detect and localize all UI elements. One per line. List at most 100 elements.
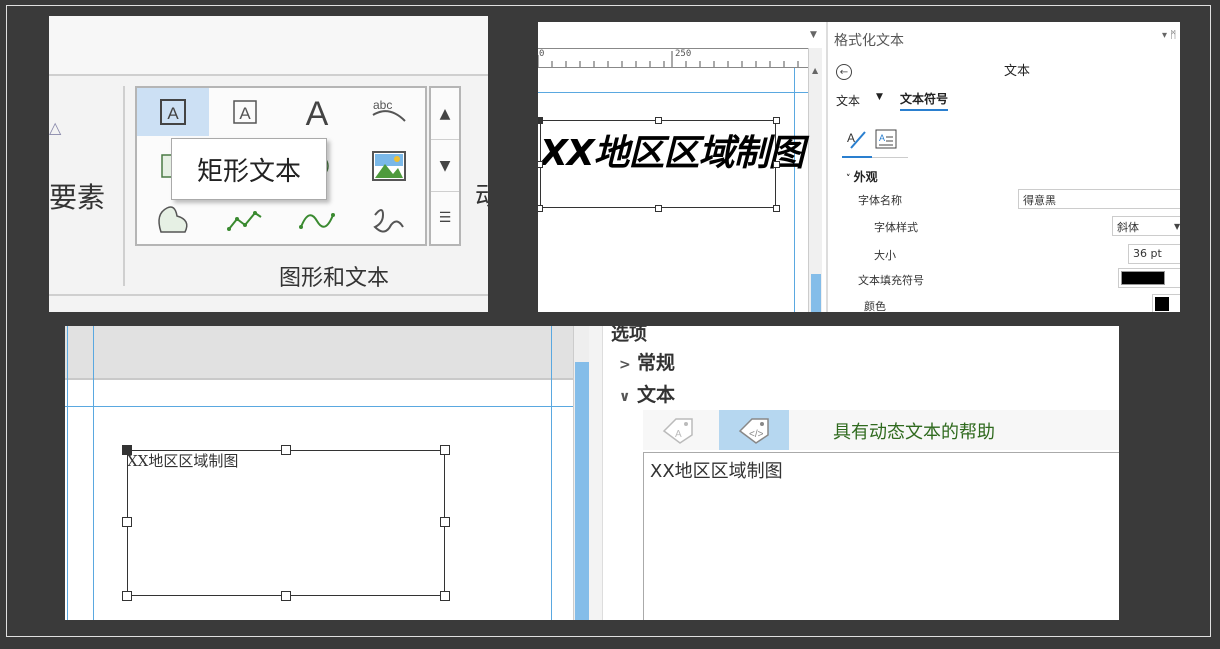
format-text-panel: 0 250 ▼ ▲ XX地区区域制图 格式化文本 ▾ ᛗ ← 文本 文本 ▼ 文…	[538, 22, 1180, 312]
general-label: 常规	[637, 352, 676, 374]
selection-handle[interactable]	[122, 517, 132, 527]
selection-handle[interactable]	[440, 517, 450, 527]
gallery-expand-button[interactable]: ☰	[431, 192, 459, 244]
picture-button[interactable]	[353, 142, 425, 190]
dynamic-text-help-button[interactable]: </>	[719, 410, 789, 450]
selection-handle[interactable]	[773, 161, 780, 168]
chevron-down-icon[interactable]: ▼	[876, 92, 883, 102]
features-group-label: 要素	[49, 181, 106, 214]
selection-handle[interactable]	[538, 205, 543, 212]
text-section-toggle[interactable]: ∨ 文本	[619, 380, 675, 407]
selection-handle[interactable]	[281, 591, 291, 601]
picture-icon	[372, 151, 406, 181]
options-pane: 选项 > 常规 ∨ 文本 A </> 具有动态文本的帮助 XX地区区域制图	[603, 326, 1119, 620]
ruler-dropdown-icon[interactable]: ▼	[810, 30, 817, 40]
font-style-label: 字体样式	[874, 221, 918, 234]
ribbon-tab-strip	[49, 16, 488, 76]
fill-swatch	[1121, 271, 1165, 285]
map-title-text[interactable]: XX地区区域制图	[540, 124, 805, 176]
back-arrow-icon[interactable]: ←	[836, 64, 852, 80]
svg-text:</>: </>	[749, 429, 764, 440]
text-button[interactable]: A	[281, 88, 353, 136]
text-label: 文本	[637, 384, 676, 406]
tab-text[interactable]: 文本	[836, 92, 860, 109]
layout-guide	[93, 326, 94, 620]
line-icon	[227, 211, 262, 231]
curved-text-button[interactable]: abc	[353, 88, 425, 136]
size-field[interactable]: 36 pt	[1128, 244, 1180, 264]
layout-guide	[67, 326, 68, 620]
chevron-down-icon: ˅	[846, 174, 854, 184]
symbol-properties-tab[interactable]: A	[844, 128, 868, 150]
scroll-thumb[interactable]	[575, 362, 589, 620]
freehand-button[interactable]	[353, 196, 425, 244]
size-label: 大小	[874, 249, 896, 262]
svg-text:A: A	[879, 133, 885, 143]
svg-text:A: A	[675, 429, 682, 440]
font-style-field[interactable]: 斜体	[1112, 216, 1180, 236]
font-name-label: 字体名称	[858, 194, 902, 207]
active-tab-indicator	[842, 156, 872, 158]
text-frame-icon: A	[875, 129, 897, 149]
chevron-down-icon: ∨	[619, 389, 631, 405]
rectangle-text-icon: A	[160, 99, 186, 125]
ribbon-bottom-border	[49, 294, 488, 296]
layout-vertical-scrollbar[interactable]: ▲	[808, 48, 822, 312]
scroll-thumb[interactable]	[811, 274, 821, 312]
pane-divider[interactable]	[589, 326, 603, 620]
appearance-section[interactable]: ˅ 外观	[846, 168, 878, 185]
polygon-icon	[158, 206, 188, 233]
straight-text-icon: A	[233, 100, 257, 124]
svg-text:A: A	[239, 104, 251, 123]
selection-handle[interactable]	[538, 161, 543, 168]
color-swatch	[1155, 297, 1169, 311]
scroll-up-icon[interactable]: ▲	[812, 66, 818, 75]
tooltip: 矩形文本	[171, 138, 327, 200]
chevron-right-icon: >	[619, 357, 631, 373]
selection-handle[interactable]	[440, 445, 450, 455]
curve-button[interactable]	[281, 196, 353, 244]
selection-handle[interactable]	[281, 445, 291, 455]
text-content-field[interactable]: XX地区区域制图	[643, 452, 1119, 620]
horizontal-ruler: 0 250	[538, 48, 808, 68]
selection-handle[interactable]	[122, 445, 132, 455]
straight-text-button[interactable]: A	[209, 88, 281, 136]
selection-handle[interactable]	[773, 117, 780, 124]
text-properties-tab[interactable]: A	[874, 128, 898, 150]
ruler-ticks	[538, 51, 799, 67]
selection-handle[interactable]	[773, 205, 780, 212]
dynamic-text-help-link[interactable]: 具有动态文本的帮助	[833, 418, 995, 444]
color-picker[interactable]	[1152, 294, 1180, 312]
chevron-down-icon[interactable]: ▼	[1174, 222, 1180, 231]
ribbon-panel: △ 要素 A A A abc ▲ ▼ ☰ 矩形文本 图形和文本	[49, 16, 488, 312]
next-group-label: 动	[475, 176, 488, 213]
fill-symbol-picker[interactable]	[1118, 268, 1180, 288]
svg-text:A: A	[167, 104, 179, 123]
polygon-button[interactable]	[137, 196, 209, 244]
tag-icon: A	[662, 418, 693, 444]
insert-dynamic-text-button[interactable]: A	[643, 410, 713, 450]
rectangle-text-content[interactable]: XX地区区域制图	[127, 450, 238, 471]
selection-handle[interactable]	[655, 117, 662, 124]
layout-vertical-scrollbar[interactable]	[573, 326, 589, 620]
curved-text-icon: abc	[372, 98, 406, 122]
svg-text:A: A	[847, 131, 855, 145]
gallery-scroll-up-button[interactable]: ▲	[431, 88, 459, 140]
selection-handle[interactable]	[655, 205, 662, 212]
selection-handle[interactable]	[440, 591, 450, 601]
general-section-toggle[interactable]: > 常规	[619, 348, 675, 375]
pane-pin-icon[interactable]: ▾ ᛗ	[1162, 30, 1176, 41]
rectangle-text-box[interactable]	[127, 450, 445, 596]
selection-handle[interactable]	[122, 591, 132, 601]
text-fill-symbol-label: 文本填充符号	[858, 274, 924, 287]
font-name-field[interactable]: 得意黑	[1018, 189, 1180, 209]
rectangle-text-button[interactable]: A	[137, 88, 209, 136]
line-button[interactable]	[209, 196, 281, 244]
freehand-icon	[373, 209, 404, 233]
selection-handle[interactable]	[538, 117, 543, 124]
graphics-text-group-label: 图形和文本	[279, 266, 390, 291]
pane-title: 格式化文本	[834, 33, 904, 49]
tab-text-symbol[interactable]: 文本符号	[900, 90, 949, 111]
gallery-scroll-down-button[interactable]: ▼	[431, 140, 459, 192]
layout-guide	[65, 406, 573, 407]
